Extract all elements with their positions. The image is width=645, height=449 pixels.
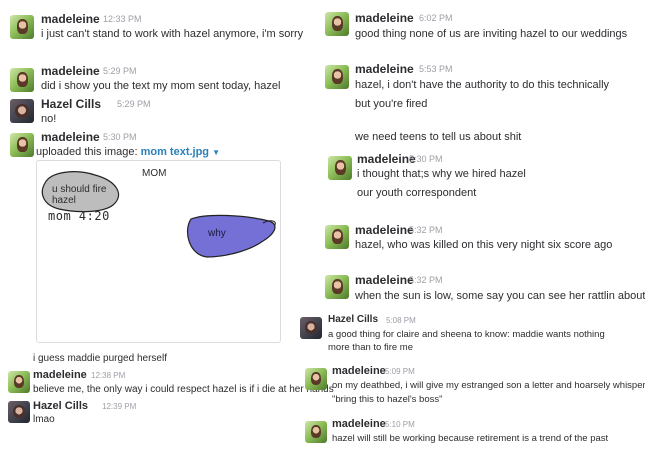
- timestamp[interactable]: 12:39 PM: [102, 402, 136, 411]
- timestamp[interactable]: 5:32 PM: [409, 225, 443, 235]
- timestamp[interactable]: 12:33 PM: [103, 14, 142, 24]
- message-text: hazel, i don't have the authority to do …: [355, 79, 610, 91]
- message-text: no!: [41, 113, 57, 125]
- message-text: i just can't stand to work with hazel an…: [41, 28, 304, 40]
- timestamp[interactable]: 5:32 PM: [409, 275, 443, 285]
- sender-name[interactable]: madeleine: [355, 11, 414, 25]
- message-text: a good thing for claire and sheena to kn…: [328, 329, 605, 353]
- sender-name[interactable]: madeleine: [355, 62, 414, 76]
- timestamp[interactable]: 5:10 PM: [385, 420, 415, 429]
- upload-prefix: uploaded this image:: [36, 146, 138, 158]
- message-text: hazel, who was killed on this very night…: [355, 239, 613, 251]
- avatar[interactable]: [325, 275, 349, 299]
- avatar[interactable]: [8, 401, 30, 423]
- image-title: MOM: [142, 168, 167, 179]
- timestamp[interactable]: 5:53 PM: [419, 64, 453, 74]
- message-text: on my deathbed, i will give my estranged…: [332, 380, 645, 391]
- message-text: believe me, the only way i could respect…: [33, 384, 334, 395]
- avatar[interactable]: [8, 371, 30, 393]
- sender-name[interactable]: madeleine: [332, 365, 386, 377]
- avatar[interactable]: [305, 368, 327, 390]
- upload-line: uploaded this image: mom text.jpg ▼: [36, 146, 220, 158]
- timestamp[interactable]: 5:09 PM: [385, 367, 415, 376]
- timestamp[interactable]: 5:08 PM: [386, 316, 416, 325]
- sender-name[interactable]: Hazel Cills: [41, 97, 101, 111]
- message-text: our youth correspondent: [357, 187, 477, 199]
- message-text: lmao: [33, 414, 55, 425]
- timestamp[interactable]: 5:30 PM: [409, 154, 443, 164]
- purple-speech-blob: [186, 214, 276, 258]
- avatar[interactable]: [325, 12, 349, 36]
- avatar[interactable]: [10, 99, 34, 123]
- avatar[interactable]: [300, 317, 322, 339]
- timestamp[interactable]: 5:29 PM: [117, 99, 151, 109]
- sender-name[interactable]: madeleine: [33, 369, 87, 381]
- timestamp[interactable]: 12:38 PM: [91, 371, 125, 380]
- message-text: but you're fired: [355, 98, 428, 110]
- message-text: we need teens to tell us about shit: [355, 131, 522, 143]
- sender-name[interactable]: Hazel Cills: [33, 400, 88, 412]
- avatar[interactable]: [325, 225, 349, 249]
- sender-name[interactable]: madeleine: [332, 418, 386, 430]
- bubble-text: why: [208, 228, 226, 239]
- image-link[interactable]: mom text.jpg: [141, 146, 209, 158]
- bubble-text: u should fire hazel: [52, 184, 107, 206]
- chevron-down-icon[interactable]: ▼: [212, 148, 220, 157]
- avatar[interactable]: [328, 156, 352, 180]
- timestamp[interactable]: 5:29 PM: [103, 66, 137, 76]
- message-text: when the sun is low, some say you can se…: [355, 290, 645, 302]
- sender-name[interactable]: madeleine: [41, 130, 100, 144]
- sender-name[interactable]: Hazel Cills: [328, 314, 378, 325]
- sender-name[interactable]: madeleine: [41, 64, 100, 78]
- message-text: i guess maddie purged herself: [33, 353, 167, 364]
- message-text: "bring this to hazel's boss": [332, 394, 443, 405]
- avatar[interactable]: [305, 421, 327, 443]
- sender-name[interactable]: madeleine: [355, 223, 414, 237]
- sender-name[interactable]: madeleine: [357, 152, 416, 166]
- message-text: hazel will still be working because reti…: [332, 433, 609, 444]
- sender-name[interactable]: madeleine: [41, 12, 100, 26]
- handwritten-signature: mom 4:20: [48, 209, 110, 223]
- message-text: good thing none of us are inviting hazel…: [355, 28, 628, 40]
- timestamp[interactable]: 6:02 PM: [419, 13, 453, 23]
- timestamp[interactable]: 5:30 PM: [103, 132, 137, 142]
- avatar[interactable]: [325, 65, 349, 89]
- avatar[interactable]: [10, 15, 34, 39]
- avatar[interactable]: [10, 133, 34, 157]
- sender-name[interactable]: madeleine: [355, 273, 414, 287]
- message-text: i thought that;s why we hired hazel: [357, 168, 526, 180]
- message-text: did i show you the text my mom sent toda…: [41, 80, 281, 92]
- avatar[interactable]: [10, 68, 34, 92]
